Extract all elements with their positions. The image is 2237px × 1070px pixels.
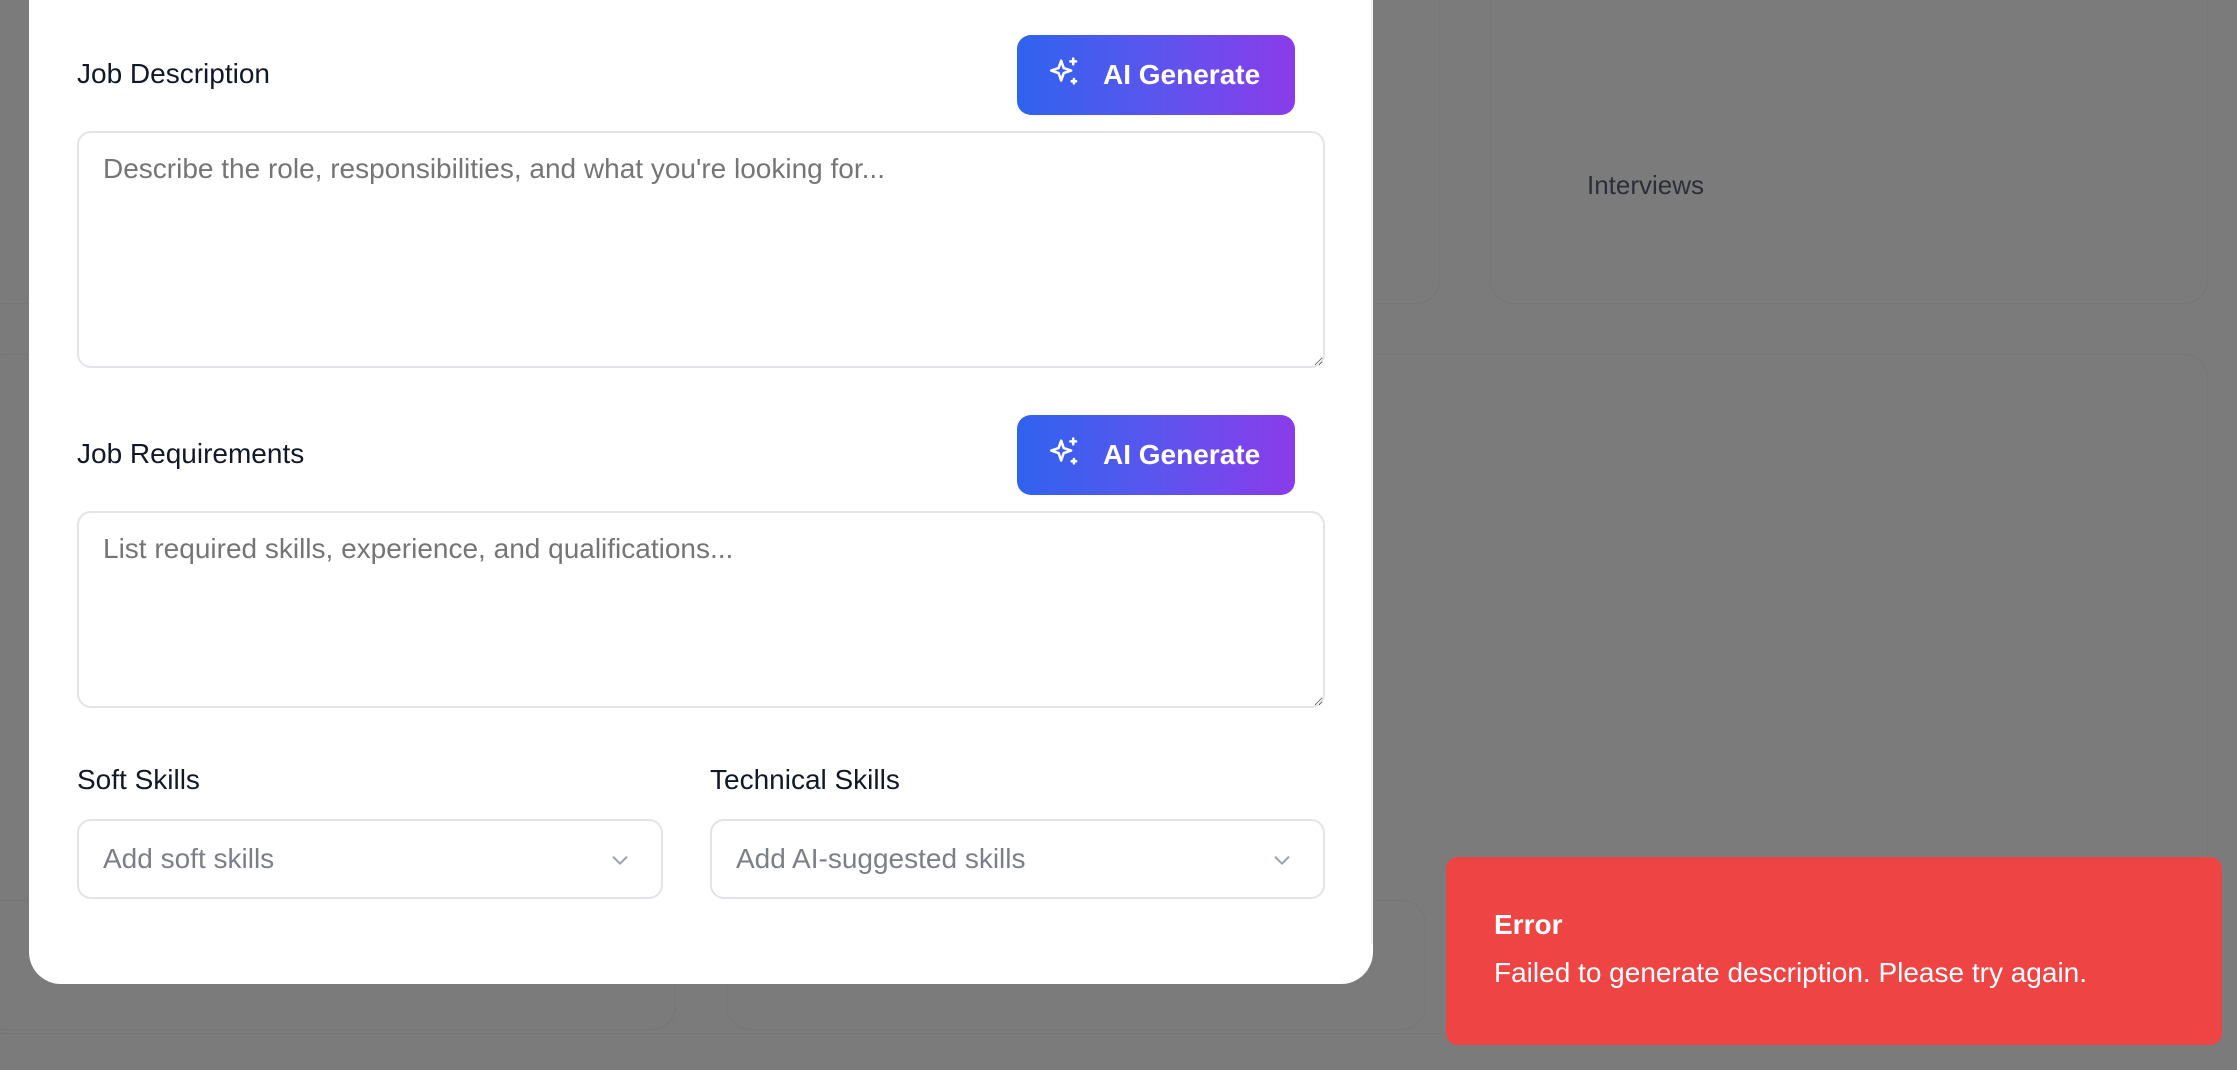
sparkles-icon xyxy=(1047,55,1081,96)
job-requirements-label: Job Requirements xyxy=(77,438,305,469)
ai-generate-label: AI Generate xyxy=(1103,59,1261,90)
ai-generate-description-button[interactable]: AI Generate xyxy=(1017,35,1295,115)
soft-skills-placeholder: Add soft skills xyxy=(103,843,275,874)
error-toast: Error Failed to generate description. Pl… xyxy=(1446,857,2222,1045)
technical-skills-label: Technical Skills xyxy=(710,764,900,795)
background-card-interviews xyxy=(1490,0,2208,304)
modal-scrollbar[interactable] xyxy=(1371,0,1373,944)
job-requirements-textarea[interactable] xyxy=(77,511,1325,708)
job-description-textarea[interactable] xyxy=(77,131,1325,368)
interviews-label: Interviews xyxy=(1587,170,1705,200)
toast-title: Error xyxy=(1494,909,1563,940)
job-description-label: Job Description xyxy=(77,58,270,89)
create-job-modal: Job Description AI Generate Job Requirem… xyxy=(29,0,1373,984)
soft-skills-label: Soft Skills xyxy=(77,764,200,795)
ai-generate-requirements-button[interactable]: AI Generate xyxy=(1017,415,1295,495)
ai-generate-label: AI Generate xyxy=(1103,439,1261,470)
technical-skills-select[interactable]: Add AI-suggested skills xyxy=(710,819,1325,899)
chevron-down-icon xyxy=(612,856,628,865)
sparkles-icon xyxy=(1047,435,1081,476)
chevron-down-icon xyxy=(1274,856,1290,865)
technical-skills-placeholder: Add AI-suggested skills xyxy=(736,843,1026,874)
toast-message: Failed to generate description. Please t… xyxy=(1494,957,2088,988)
soft-skills-select[interactable]: Add soft skills xyxy=(77,819,663,899)
